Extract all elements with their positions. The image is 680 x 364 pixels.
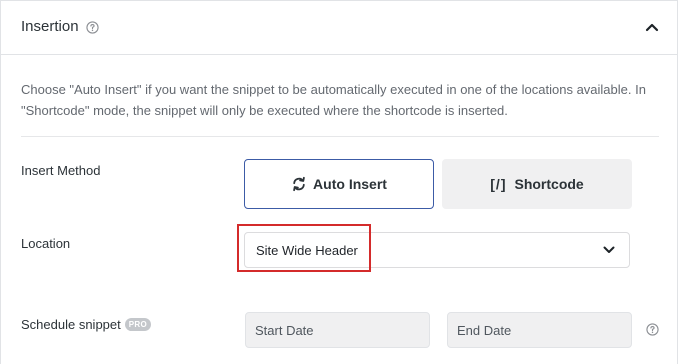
panel-title: Insertion	[21, 18, 79, 35]
refresh-icon	[291, 176, 307, 192]
chevron-down-icon	[603, 246, 615, 253]
question-circle-icon[interactable]	[86, 21, 99, 34]
insert-method-label: Insert Method	[21, 163, 101, 178]
location-select[interactable]: Site Wide Header	[244, 232, 630, 268]
question-circle-icon[interactable]	[646, 323, 659, 336]
schedule-label-text: Schedule snippet	[21, 317, 121, 332]
insertion-description: Choose "Auto Insert" if you want the sni…	[21, 82, 646, 118]
start-date-input[interactable]	[245, 312, 430, 348]
pro-badge: PRO	[124, 318, 151, 331]
shortcode-button[interactable]: [/] Shortcode	[442, 159, 632, 209]
auto-insert-button[interactable]: Auto Insert	[244, 159, 434, 209]
location-selected-value: Site Wide Header	[256, 243, 358, 258]
auto-insert-label: Auto Insert	[313, 176, 387, 192]
divider	[21, 136, 659, 137]
shortcode-label: Shortcode	[514, 176, 584, 192]
panel-header[interactable]: Insertion	[1, 1, 677, 55]
location-label: Location	[21, 236, 71, 251]
insertion-panel: Insertion Choose "Auto Insert" if you wa…	[0, 0, 678, 364]
end-date-input[interactable]	[447, 312, 632, 348]
chevron-up-icon[interactable]	[645, 22, 659, 32]
schedule-snippet-label: Schedule snippet PRO	[21, 317, 151, 332]
shortcode-icon: [/]	[490, 176, 507, 192]
